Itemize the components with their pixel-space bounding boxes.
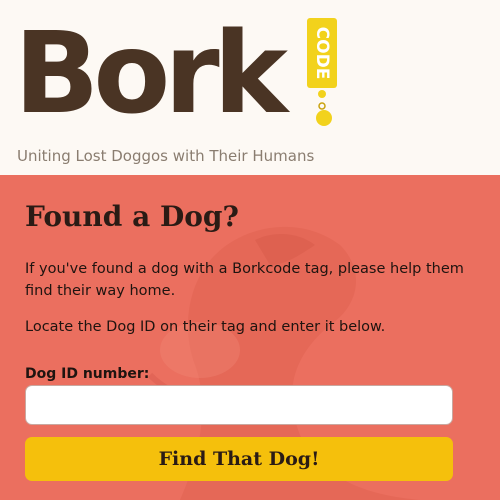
dog-id-input[interactable] [25,385,453,425]
tagline: Uniting Lost Doggos with Their Humans [17,147,315,165]
dog-id-label: Dog ID number: [25,366,150,382]
dog-tag-icon: CODE [307,18,337,126]
logo-wordmark: Bork [14,9,288,139]
locate-id-text: Locate the Dog ID on their tag and enter… [25,319,386,335]
site-header: Bork CODE Uniting Lost Doggos with Their… [0,0,500,175]
logo-tag-text: CODE [312,27,332,80]
page-title: Found a Dog? [25,200,239,233]
find-dog-button[interactable]: Find That Dog! [25,437,453,481]
instructions-text: If you've found a dog with a Borkcode ta… [25,261,464,299]
borkcode-logo[interactable]: Bork CODE [14,14,344,146]
